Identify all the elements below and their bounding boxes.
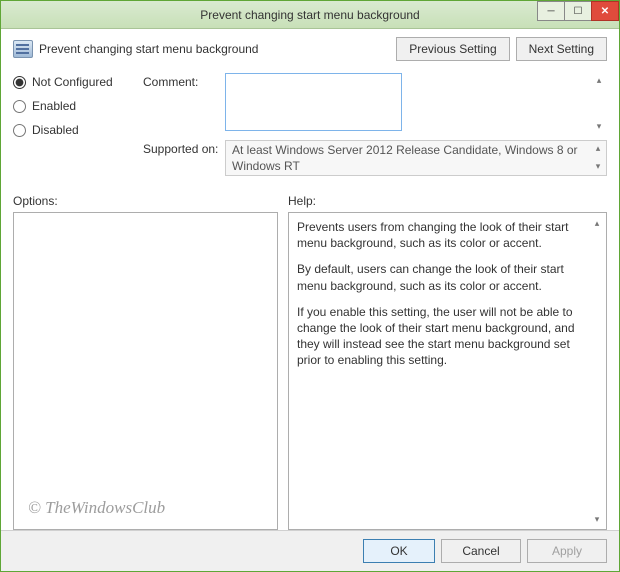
maximize-button[interactable]: ☐ — [564, 1, 592, 21]
help-paragraph: If you enable this setting, the user wil… — [297, 304, 588, 369]
scroll-down-icon: ▾ — [591, 513, 603, 525]
supported-row: Supported on: At least Windows Server 20… — [143, 140, 607, 176]
radio-disabled[interactable]: Disabled — [13, 123, 143, 137]
help-paragraph: By default, users can change the look of… — [297, 261, 588, 293]
next-setting-button[interactable]: Next Setting — [516, 37, 607, 61]
fields-column: Comment: ▴ ▾ Supported on: At least Wind… — [143, 73, 607, 182]
supported-value: At least Windows Server 2012 Release Can… — [232, 143, 578, 173]
scroll-down-icon: ▾ — [592, 161, 604, 173]
panel-labels: Options: Help: — [13, 194, 607, 208]
header-row: Prevent changing start menu background P… — [13, 37, 607, 61]
titlebar[interactable]: Prevent changing start menu background ─… — [1, 1, 619, 29]
apply-button[interactable]: Apply — [527, 539, 607, 563]
radio-input-enabled[interactable] — [13, 100, 26, 113]
window-title: Prevent changing start menu background — [1, 8, 619, 22]
dialog-window: Prevent changing start menu background ─… — [0, 0, 620, 572]
help-label: Help: — [288, 194, 316, 208]
radio-enabled[interactable]: Enabled — [13, 99, 143, 113]
top-section: Not Configured Enabled Disabled Comment:… — [13, 73, 607, 182]
radio-input-disabled[interactable] — [13, 124, 26, 137]
panels-row: Prevents users from changing the look of… — [13, 212, 607, 530]
radio-label: Disabled — [32, 123, 79, 137]
radio-input-not-configured[interactable] — [13, 76, 26, 89]
state-radio-group: Not Configured Enabled Disabled — [13, 73, 143, 182]
close-button[interactable]: ✕ — [591, 1, 619, 21]
comment-label: Comment: — [143, 73, 225, 134]
options-panel — [13, 212, 278, 530]
comment-input[interactable] — [225, 73, 402, 131]
supported-label: Supported on: — [143, 140, 225, 176]
scroll-up-icon: ▴ — [593, 75, 605, 86]
comment-row: Comment: ▴ ▾ — [143, 73, 607, 134]
ok-button[interactable]: OK — [363, 539, 435, 563]
footer-buttons: OK Cancel Apply — [1, 530, 619, 571]
window-controls: ─ ☐ ✕ — [538, 1, 619, 21]
radio-not-configured[interactable]: Not Configured — [13, 75, 143, 89]
nav-buttons: Previous Setting Next Setting — [396, 37, 607, 61]
scroll-up-icon: ▴ — [592, 143, 604, 155]
policy-icon — [13, 40, 33, 58]
previous-setting-button[interactable]: Previous Setting — [396, 37, 509, 61]
supported-on-text: At least Windows Server 2012 Release Can… — [225, 140, 607, 176]
cancel-button[interactable]: Cancel — [441, 539, 521, 563]
options-label: Options: — [13, 194, 288, 208]
help-paragraph: Prevents users from changing the look of… — [297, 219, 588, 251]
scroll-up-icon: ▴ — [591, 217, 603, 229]
scroll-down-icon: ▾ — [593, 121, 605, 132]
radio-label: Not Configured — [32, 75, 113, 89]
help-panel: Prevents users from changing the look of… — [288, 212, 607, 530]
policy-title: Prevent changing start menu background — [39, 42, 396, 56]
content-area: Prevent changing start menu background P… — [1, 29, 619, 530]
minimize-button[interactable]: ─ — [537, 1, 565, 21]
radio-label: Enabled — [32, 99, 76, 113]
